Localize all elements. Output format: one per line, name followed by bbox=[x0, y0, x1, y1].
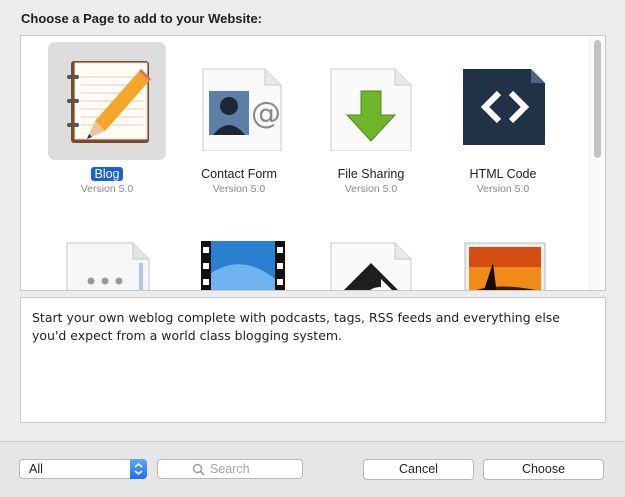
more-page-icon bbox=[57, 233, 157, 290]
scrollbar-thumb[interactable] bbox=[594, 40, 601, 158]
filter-popup[interactable]: All bbox=[19, 459, 147, 479]
tile-version: Version 5.0 bbox=[80, 183, 134, 195]
tile-contact-form[interactable]: @ Contact Form Version 5.0 bbox=[180, 42, 298, 195]
tile-name: Contact Form bbox=[201, 167, 277, 181]
photo-page-icon bbox=[453, 233, 553, 290]
choose-button[interactable]: Choose bbox=[483, 459, 604, 480]
bottom-bar: All Search Cancel Choose bbox=[0, 441, 625, 497]
tile-photo-page[interactable] bbox=[444, 224, 562, 290]
contact-form-icon: @ bbox=[189, 51, 289, 152]
tile-blog[interactable]: Blog Version 5.0 bbox=[48, 42, 166, 195]
updown-arrows-icon bbox=[130, 459, 147, 479]
dialog-heading: Choose a Page to add to your Website: bbox=[21, 11, 263, 26]
description-text: Start your own weblog complete with podc… bbox=[32, 310, 560, 343]
search-field[interactable]: Search bbox=[157, 459, 303, 479]
tile-name: HTML Code bbox=[469, 167, 537, 181]
tile-movie-page[interactable] bbox=[180, 224, 298, 290]
tile-version: Version 5.0 bbox=[476, 183, 530, 195]
tile-version: Version 5.0 bbox=[344, 183, 398, 195]
file-sharing-icon bbox=[321, 51, 421, 152]
tile-redirect-page[interactable] bbox=[312, 224, 430, 290]
blog-icon bbox=[57, 51, 157, 151]
html-code-icon bbox=[453, 51, 553, 151]
description-panel: Start your own weblog complete with podc… bbox=[20, 297, 606, 423]
filter-value: All bbox=[29, 462, 43, 476]
movie-page-icon bbox=[189, 233, 289, 290]
search-placeholder: Search bbox=[210, 462, 250, 476]
redirect-page-icon bbox=[321, 233, 421, 290]
cancel-button[interactable]: Cancel bbox=[363, 459, 474, 480]
tile-name: Blog bbox=[48, 167, 166, 181]
tile-file-sharing[interactable]: File Sharing Version 5.0 bbox=[312, 42, 430, 195]
tile-html-code[interactable]: HTML Code Version 5.0 bbox=[444, 42, 562, 195]
scrollbar[interactable] bbox=[589, 36, 605, 290]
tile-version: Version 5.0 bbox=[212, 183, 266, 195]
page-template-grid[interactable]: Blog Version 5.0 @ Contact Form Version … bbox=[20, 35, 606, 291]
search-icon bbox=[192, 463, 205, 481]
svg-text:@: @ bbox=[251, 96, 281, 131]
tile-more-page[interactable] bbox=[48, 224, 166, 290]
tile-name: File Sharing bbox=[337, 167, 405, 181]
